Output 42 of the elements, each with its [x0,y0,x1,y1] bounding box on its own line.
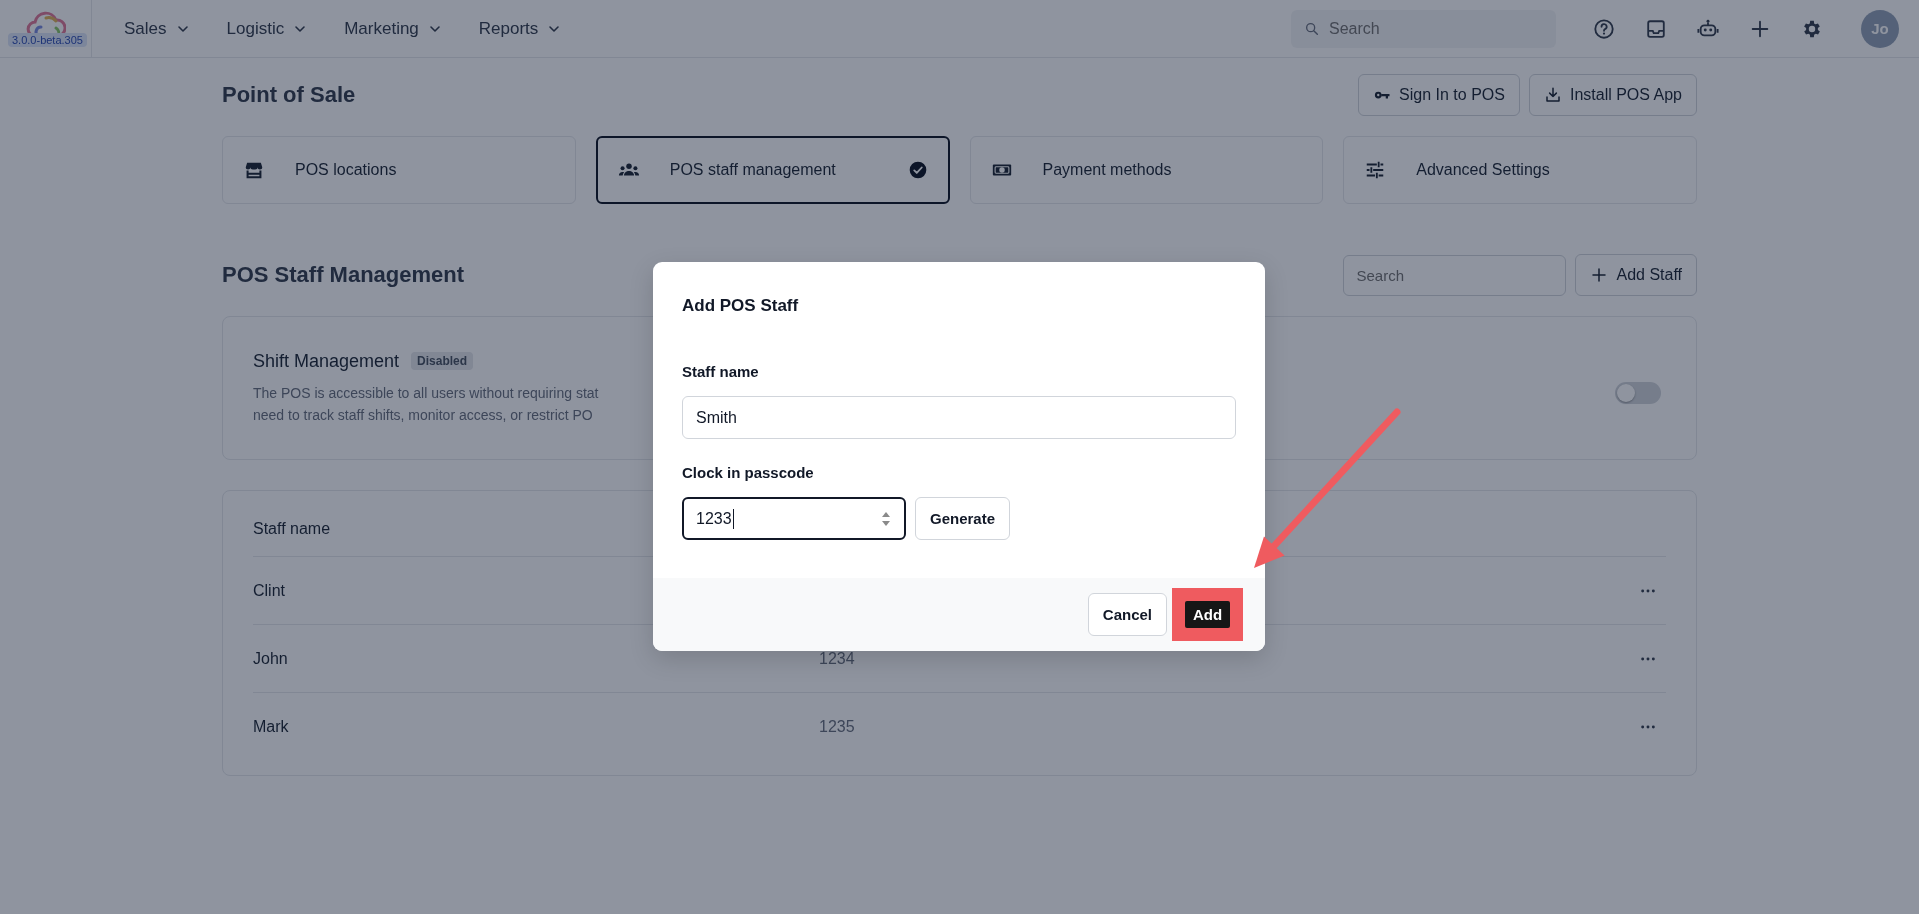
add-button[interactable]: Add [1184,601,1231,628]
section-tab[interactable]: POS locations [222,136,576,204]
search-field[interactable]: Search [1343,254,1567,296]
description-text: need to track staff shifts, monitor access, or restrict PO [253,405,593,425]
cancel-button[interactable]: Cancel [1087,593,1167,636]
section-tab[interactable]: POS staff management [595,136,950,204]
add-staff-button[interactable]: Add Staff [1575,254,1697,296]
search-field[interactable]: Search [1291,9,1556,48]
table-cell-text: 1234 [819,649,856,668]
field-label: Staff name [682,362,760,382]
number-field[interactable]: 1233 [682,497,906,540]
table-cell-text: John [253,649,289,668]
spinner-arrows-icon [880,510,892,527]
nav-menu[interactable]: Sales [124,18,191,39]
table-cell-text: Mark [253,718,290,736]
action-button[interactable]: Install POS App [1528,74,1697,116]
plus-icon [1590,266,1609,284]
table-cell-text: 1235 [819,718,856,736]
dialog-title: Add POS Staff [682,296,800,316]
table-cell-text: Clint [253,581,286,600]
shift-title: Shift Management [253,350,400,372]
version-badge: 3.0.0-beta.305 [8,32,87,47]
field-label: Clock in passcode [682,463,815,483]
text-field[interactable]: Smith [682,396,1236,439]
status-badge: Disabled [411,352,474,370]
action-button[interactable]: Sign In to POS [1358,74,1520,116]
section-title: POS Staff Management [222,262,465,288]
search-icon [1304,20,1320,37]
nav-menu[interactable]: Logistic [226,18,309,39]
generate-button[interactable]: Generate [915,497,1011,540]
section-tab[interactable]: Advanced Settings [1343,136,1697,204]
page-title: Point of Sale [222,82,356,108]
toggle-switch[interactable] [1615,382,1661,404]
nav-menu[interactable]: Marketing [344,18,443,39]
section-tab[interactable]: Payment methods [969,136,1324,204]
column-header: Staff name [253,519,332,538]
nav-menu[interactable]: Reports [478,18,563,39]
description-text: The POS is accessible to all users without requiring stat [253,383,599,403]
help-icon[interactable] [1593,17,1615,40]
download-icon [1543,86,1562,104]
inbox-icon[interactable] [1645,17,1667,40]
check-circle-icon [907,160,928,180]
